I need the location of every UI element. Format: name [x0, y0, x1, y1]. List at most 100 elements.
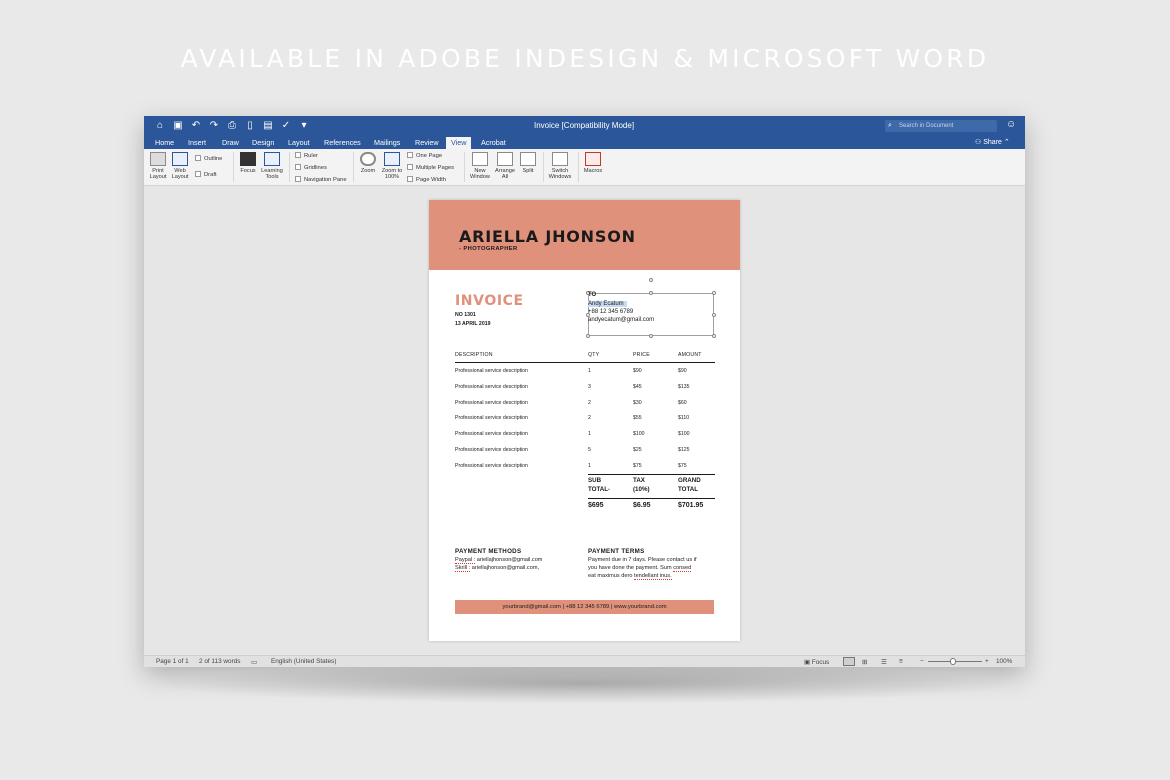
zoom-100-label: Zoom to 100%	[381, 168, 403, 181]
resize-handle[interactable]	[586, 334, 590, 338]
print-layout-button[interactable]: Print Layout	[147, 152, 169, 181]
contact-footer-bar: yourbrand@gmail.com | +88 12 345 6789 | …	[455, 600, 714, 614]
print-layout-view-icon[interactable]	[843, 657, 855, 666]
tab-insert[interactable]: Insert	[183, 137, 211, 149]
arrange-all-button[interactable]: Arrange All	[493, 152, 517, 181]
web-layout-label: Web Layout	[171, 168, 189, 181]
outline-button[interactable]: Outline	[195, 155, 222, 163]
resize-handle[interactable]	[649, 291, 653, 295]
split-button[interactable]: Split	[517, 152, 539, 174]
print-icon[interactable]: ⎙	[226, 119, 238, 133]
tab-view[interactable]: View	[446, 137, 472, 149]
navigation-pane-checkbox[interactable]: Navigation Pane	[295, 176, 347, 184]
page-width-label: Page Width	[416, 177, 446, 183]
page-count[interactable]: Page 1 of 1	[156, 658, 189, 665]
rotate-handle[interactable]	[649, 278, 653, 282]
spelling-icon[interactable]: ✓	[280, 119, 292, 133]
tab-references[interactable]: References	[319, 137, 366, 149]
paypal-label: Paypal :	[455, 557, 476, 564]
redo-icon[interactable]: ↷	[208, 119, 220, 133]
payment-terms-line2: you have done the payment. Sum consed	[588, 565, 692, 573]
resize-handle[interactable]	[712, 291, 716, 295]
zoom-level[interactable]: 100%	[996, 658, 1012, 665]
home-icon[interactable]: ⌂	[154, 119, 166, 133]
zoom-slider-handle[interactable]	[950, 658, 956, 665]
focus-mode-button[interactable]: ▣ Focus	[804, 658, 829, 666]
undo-icon[interactable]: ↶	[190, 119, 202, 133]
switch-windows-label: Switch Windows	[548, 168, 572, 181]
focus-button[interactable]: Focus	[237, 152, 259, 174]
resize-handle[interactable]	[712, 313, 716, 317]
client-name-heading: ARIELLA JHONSON	[459, 227, 636, 246]
page-width-button[interactable]: Page Width	[407, 176, 446, 184]
save-icon[interactable]: ▣	[172, 119, 184, 133]
recipient-email[interactable]: andyecatum@gmail.com	[588, 317, 654, 323]
invoice-page[interactable]: ARIELLA JHONSON - PHOTOGRAPHER INVOICE N…	[429, 200, 740, 641]
tab-review[interactable]: Review	[410, 137, 444, 149]
new-doc-icon[interactable]: ▯	[244, 119, 256, 133]
tab-layout[interactable]: Layout	[283, 137, 315, 149]
tab-design[interactable]: Design	[247, 137, 279, 149]
sub-total-suffix: *	[608, 486, 610, 492]
draft-button[interactable]: Draft	[195, 171, 217, 179]
table-divider	[455, 362, 715, 363]
proofing-icon[interactable]: ▭	[251, 658, 257, 666]
document-canvas[interactable]: ARIELLA JHONSON - PHOTOGRAPHER INVOICE N…	[144, 186, 1025, 655]
web-layout-button[interactable]: Web Layout	[169, 152, 191, 181]
tab-acrobat[interactable]: Acrobat	[476, 137, 511, 149]
row-qty: 3	[588, 383, 591, 390]
payment-terms-line3: eat maximus dero tendellant inus.	[588, 573, 672, 581]
ribbon-separator	[289, 152, 290, 182]
word-count[interactable]: 2 of 113 words	[199, 658, 240, 665]
document-title: Invoice [Compatibility Mode]	[534, 121, 635, 130]
sub-total-line2: TOTAL	[588, 485, 609, 493]
gridlines-checkbox[interactable]: Gridlines	[295, 164, 327, 172]
multiple-pages-icon	[407, 164, 413, 170]
zoom-in-icon[interactable]: +	[985, 658, 989, 665]
share-label: Share	[983, 139, 1002, 146]
outline-view-icon[interactable]: ☰	[881, 658, 887, 666]
headline: AVAILABLE IN ADOBE INDESIGN & MICROSOFT …	[180, 44, 990, 73]
resize-handle[interactable]	[649, 334, 653, 338]
learning-tools-button[interactable]: Learning Tools	[259, 152, 285, 181]
one-page-label: One Page	[416, 153, 443, 159]
row-amount: $100	[678, 431, 690, 438]
outline-icon	[195, 155, 201, 161]
switch-windows-button[interactable]: Switch Windows	[546, 152, 574, 181]
column-price: PRICE	[633, 352, 650, 358]
language[interactable]: English (United States)	[271, 658, 336, 665]
row-amount: $60	[678, 399, 687, 406]
web-layout-view-icon[interactable]: ⊞	[862, 658, 867, 666]
add-person-icon: ⚇	[975, 139, 982, 146]
draft-view-icon[interactable]: ≡	[899, 658, 903, 665]
resize-handle[interactable]	[712, 334, 716, 338]
feedback-icon[interactable]: ☺	[1006, 119, 1016, 130]
focus-label: Focus	[240, 168, 256, 174]
recipient-phone[interactable]: +88 12 345 6789	[588, 309, 633, 315]
tab-draw[interactable]: Draw	[217, 137, 244, 149]
zoom-100-button[interactable]: Zoom to 100%	[380, 152, 404, 181]
customize-icon[interactable]: ▾	[298, 119, 310, 133]
one-page-button[interactable]: One Page	[407, 152, 442, 160]
totals-divider	[588, 498, 715, 499]
multiple-pages-button[interactable]: Multiple Pages	[407, 164, 454, 172]
zoom-out-icon[interactable]: −	[920, 658, 924, 665]
tab-mailings[interactable]: Mailings	[369, 137, 405, 149]
misspelled-word: consed	[673, 565, 692, 572]
zoom-button[interactable]: Zoom	[357, 152, 379, 174]
row-description: Professional service description	[455, 399, 528, 406]
tax-value: $6.95	[633, 502, 651, 509]
share-button[interactable]: ⚇ Share ⌃	[975, 138, 1010, 146]
tab-home[interactable]: Home	[150, 137, 179, 149]
new-window-button[interactable]: New Window	[468, 152, 492, 181]
macros-icon	[585, 152, 601, 166]
split-label: Split	[522, 168, 534, 174]
recipient-name[interactable]: Andy Ecatum	[588, 301, 627, 307]
pdf-icon[interactable]: ▤	[262, 119, 274, 133]
ruler-checkbox[interactable]: Ruler	[295, 152, 318, 160]
search-placeholder: Search in Document	[899, 123, 954, 129]
search-input[interactable]: ⌕ Search in Document	[885, 120, 997, 132]
macros-button[interactable]: Macros	[581, 152, 605, 174]
draft-label: Draft	[204, 172, 217, 178]
column-qty: QTY	[588, 352, 600, 358]
